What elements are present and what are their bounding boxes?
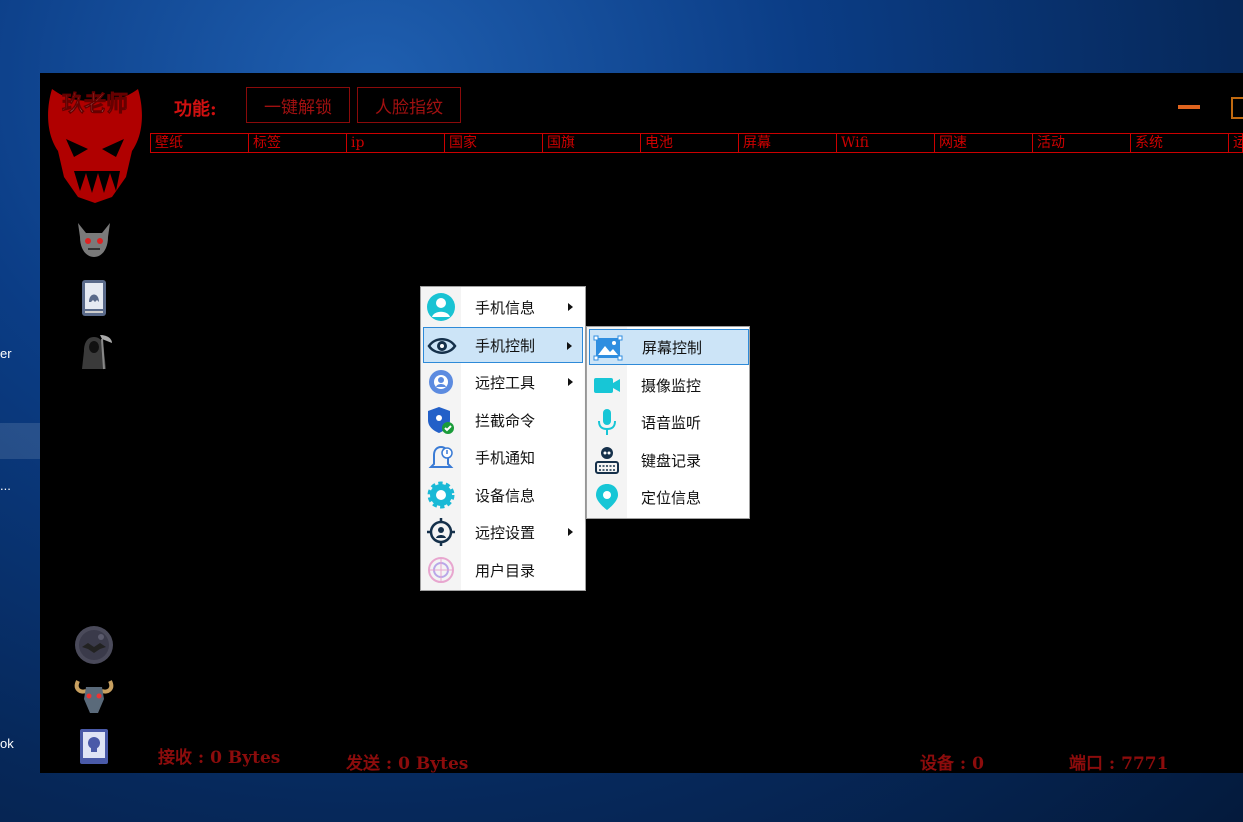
column-header-screen[interactable]: 屏幕 — [739, 134, 837, 152]
submenu-arrow-icon — [567, 342, 572, 350]
ghost-book-icon[interactable] — [74, 278, 114, 318]
status-received: 接收 : 0 Bytes — [158, 748, 281, 768]
one-click-unlock-button[interactable]: 一键解锁 — [246, 87, 350, 123]
status-sent: 发送 : 0 Bytes — [346, 754, 469, 774]
eye-icon — [427, 331, 457, 361]
menu-item-phone-notification[interactable]: 手机通知 — [423, 439, 583, 475]
desktop-icon-label[interactable]: ok — [0, 736, 14, 751]
goat-skull-icon[interactable] — [74, 675, 114, 715]
keyboard-icon — [592, 445, 622, 475]
context-menu: 手机信息 手机控制 远控工具 拦截命令 手机通知 设备信息 远控设置 用户目录 — [420, 286, 586, 591]
face-fingerprint-button[interactable]: 人脸指纹 — [357, 87, 461, 123]
maximize-icon[interactable] — [1231, 97, 1243, 119]
minimize-icon[interactable] — [1178, 105, 1200, 109]
status-devices: 设备 : 0 — [920, 754, 984, 774]
menu-item-phone-control[interactable]: 手机控制 — [423, 327, 583, 363]
submenu-item-location-info[interactable]: 定位信息 — [589, 479, 749, 515]
submenu-arrow-icon — [568, 528, 573, 536]
column-header-wifi[interactable]: Wifi — [837, 134, 935, 152]
skull-book-icon[interactable] — [74, 726, 114, 766]
submenu-item-camera-monitor[interactable]: 摄像监控 — [589, 367, 749, 403]
phone-control-submenu: 屏幕控制 摄像监控 语音监听 键盘记录 定位信息 — [586, 326, 750, 519]
menu-item-user-directory[interactable]: 用户目录 — [423, 552, 583, 588]
desktop-icon-label[interactable]: ... — [0, 478, 11, 493]
location-pin-icon — [592, 482, 622, 512]
menu-item-remote-settings[interactable]: 远控设置 — [423, 514, 583, 550]
column-header-country[interactable]: 国家 — [445, 134, 543, 152]
submenu-item-keylogger[interactable]: 键盘记录 — [589, 442, 749, 478]
function-label: 功能: — [174, 99, 217, 120]
menu-item-intercept-command[interactable]: 拦截命令 — [423, 402, 583, 438]
submenu-arrow-icon — [568, 378, 573, 386]
menu-item-phone-info[interactable]: 手机信息 — [423, 289, 583, 325]
screen-icon — [593, 333, 623, 363]
logo-text: 玖老师 — [62, 91, 128, 117]
status-port: 端口 : 7771 — [1069, 754, 1169, 774]
submenu-arrow-icon — [568, 303, 573, 311]
cog-icon — [426, 480, 456, 510]
folder-icon — [426, 555, 456, 585]
column-header-battery[interactable]: 电池 — [641, 134, 739, 152]
column-header-ip[interactable]: ip — [347, 134, 445, 152]
menu-item-device-info[interactable]: 设备信息 — [423, 477, 583, 513]
column-header-activity[interactable]: 活动 — [1033, 134, 1131, 152]
column-header-truncated[interactable]: 运 — [1229, 134, 1242, 152]
column-header-tag[interactable]: 标签 — [249, 134, 347, 152]
desktop-selection-band — [0, 423, 40, 459]
submenu-item-screen-control[interactable]: 屏幕控制 — [589, 329, 749, 365]
submenu-item-voice-monitor[interactable]: 语音监听 — [589, 404, 749, 440]
grim-reaper-icon[interactable] — [74, 331, 114, 371]
bell-icon — [426, 442, 456, 472]
gear-person-icon — [426, 367, 456, 397]
target-icon — [426, 517, 456, 547]
logo: 玖老师 — [44, 79, 146, 203]
desktop-icon-label[interactable]: er — [0, 346, 12, 361]
person-icon — [426, 292, 456, 322]
column-header-network-speed[interactable]: 网速 — [935, 134, 1033, 152]
column-header-wallpaper[interactable]: 壁纸 — [151, 134, 249, 152]
microphone-icon — [592, 407, 622, 437]
camera-icon — [592, 370, 622, 400]
shield-check-icon — [426, 405, 456, 435]
moon-bat-icon[interactable] — [74, 625, 114, 665]
device-table-header: 壁纸 标签 ip 国家 国旗 电池 屏幕 Wifi 网速 活动 系统 运 — [150, 133, 1243, 153]
column-header-flag[interactable]: 国旗 — [543, 134, 641, 152]
column-header-system[interactable]: 系统 — [1131, 134, 1229, 152]
demon-skull-icon[interactable] — [74, 219, 114, 259]
menu-item-remote-tools[interactable]: 远控工具 — [423, 364, 583, 400]
